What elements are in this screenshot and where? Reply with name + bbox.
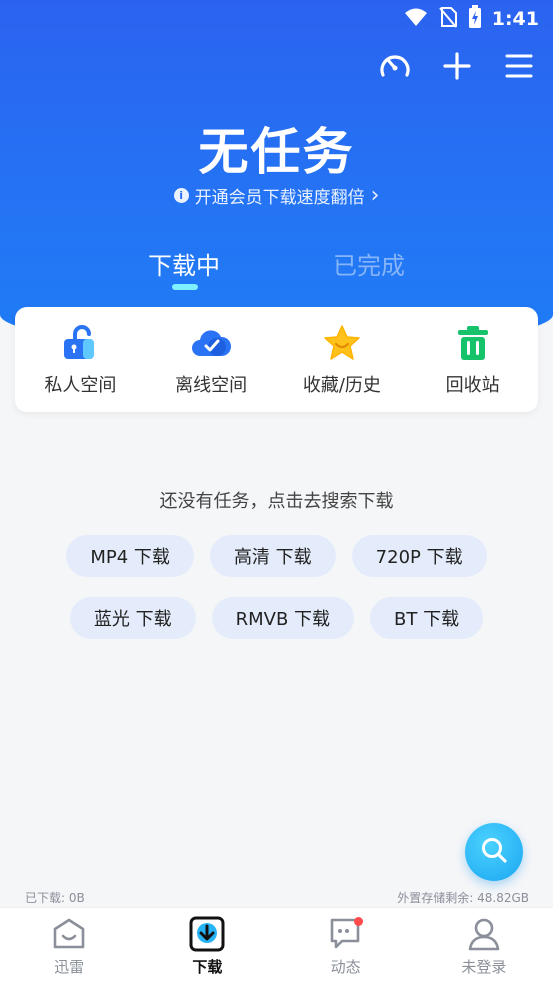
empty-state-hint: 还没有任务，点击去搜索下载 — [159, 491, 394, 512]
nav-label: 动态 — [330, 957, 361, 976]
tab-downloading[interactable]: 下载中 — [148, 246, 220, 281]
quick-item-favorites-history[interactable]: 收藏/历史 — [282, 323, 402, 397]
user-icon — [465, 915, 503, 953]
vip-link-text: 开通会员下载速度翻倍 — [194, 188, 365, 208]
quick-item-label: 离线空间 — [175, 374, 248, 396]
quick-item-label: 私人空间 — [44, 374, 117, 396]
chip-720p[interactable]: 720P 下载 — [351, 535, 487, 577]
quick-actions-card: 私人空间 离线空间 收藏/历史 回收站 — [15, 307, 538, 412]
trash-icon — [453, 323, 493, 363]
vip-upgrade-link[interactable]: i 开通会员下载速度翻倍 › — [0, 183, 553, 208]
page-title: 无任务 — [198, 123, 355, 181]
search-chip-row-2: 蓝光 下载 RMVB 下载 BT 下载 — [0, 597, 553, 639]
bottom-nav: 迅雷 下载 动态 未登录 — [0, 907, 553, 983]
quick-item-label: 回收站 — [445, 374, 500, 396]
tab-indicator — [172, 284, 198, 290]
cloud-icon — [191, 323, 232, 363]
search-icon — [480, 836, 508, 868]
nav-label: 迅雷 — [54, 957, 85, 976]
quick-item-offline-space[interactable]: 离线空间 — [151, 323, 271, 397]
top-actions — [375, 48, 539, 88]
quick-item-recycle-bin[interactable]: 回收站 — [413, 323, 533, 397]
download-tabs: 下载中 已完成 — [0, 246, 553, 296]
home-icon — [50, 915, 88, 953]
storage-remaining: 外置存储剩余: 48.82GB — [397, 891, 529, 905]
nav-item-account[interactable]: 未登录 — [434, 915, 534, 977]
chip-bt[interactable]: BT 下载 — [370, 597, 484, 639]
status-time: 1:41 — [491, 8, 539, 30]
star-icon — [322, 323, 362, 363]
chevron-right-icon: › — [370, 183, 380, 208]
tab-completed[interactable]: 已完成 — [333, 246, 405, 281]
chip-rmvb[interactable]: RMVB 下载 — [211, 597, 355, 639]
nav-label: 未登录 — [461, 957, 507, 976]
search-fab-button[interactable] — [465, 823, 523, 881]
notification-badge — [353, 916, 363, 926]
download-icon — [188, 915, 226, 953]
chip-hd[interactable]: 高清 下载 — [209, 535, 336, 577]
nav-item-download[interactable]: 下载 — [157, 915, 257, 977]
lock-icon — [60, 323, 100, 363]
nav-item-xunlei[interactable]: 迅雷 — [19, 915, 119, 977]
wifi-icon — [404, 7, 428, 31]
status-bar: 1:41 — [0, 0, 553, 38]
menu-button[interactable] — [499, 48, 539, 88]
nav-item-feed[interactable]: 动态 — [296, 915, 396, 977]
quick-item-private-space[interactable]: 私人空间 — [20, 323, 140, 397]
chip-bluray[interactable]: 蓝光 下载 — [69, 597, 196, 639]
plus-icon — [443, 52, 471, 84]
speed-meter-button[interactable] — [375, 48, 415, 88]
menu-icon — [505, 53, 533, 83]
chip-mp4[interactable]: MP4 下载 — [66, 535, 194, 577]
quick-item-label: 收藏/历史 — [302, 374, 381, 396]
info-icon: i — [173, 188, 189, 203]
chat-icon — [327, 915, 365, 953]
nav-label: 下载 — [192, 957, 223, 976]
no-sim-icon — [438, 6, 458, 32]
battery-icon — [468, 5, 482, 33]
search-chip-row-1: MP4 下载 高清 下载 720P 下载 — [0, 535, 553, 577]
downloaded-size: 已下载: 0B — [25, 891, 85, 905]
add-task-button[interactable] — [437, 48, 477, 88]
speedometer-icon — [378, 51, 412, 85]
